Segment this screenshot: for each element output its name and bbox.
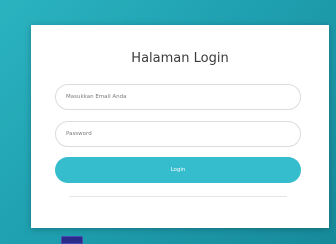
password-field[interactable] [55,121,301,147]
app-tile-icon[interactable] [61,236,83,244]
login-button[interactable]: Login [55,157,301,183]
page-title: Halaman Login [131,51,229,66]
login-card: Halaman Login Login [31,25,329,228]
email-field[interactable] [55,84,301,110]
divider [69,196,287,197]
